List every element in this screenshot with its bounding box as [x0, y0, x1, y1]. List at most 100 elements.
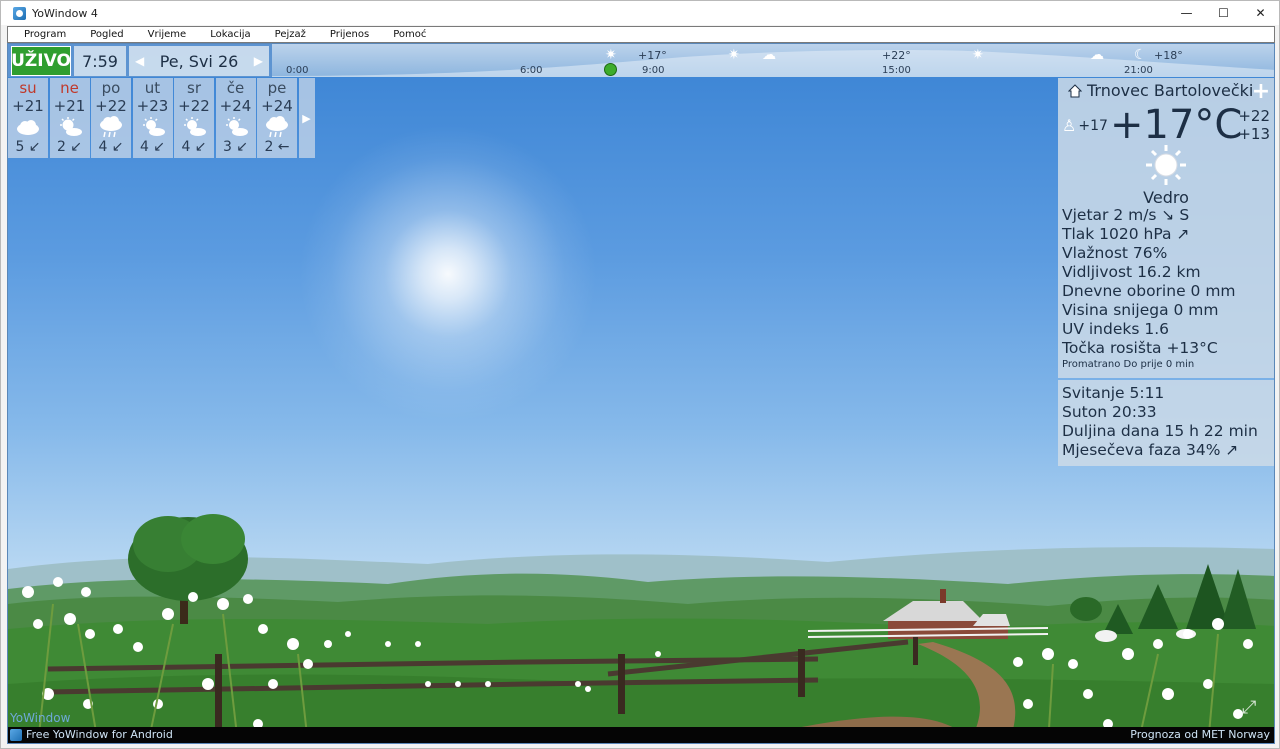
detail-uv-index: UV indeks 1.6 — [1062, 320, 1170, 338]
detail-precipitation: Dnevne oborine 0 mm — [1062, 282, 1236, 300]
timeline-position-marker[interactable] — [604, 63, 617, 76]
forecast-day-wind: 2 ← — [264, 139, 290, 155]
forecast-day[interactable]: ut +23 4 ↙ — [132, 78, 173, 158]
person-icon: ♙ — [1062, 116, 1077, 135]
title-bar: YoWindow 4 — ☐ ✕ — [1, 1, 1279, 25]
forecast-day-wind: 2 ↙ — [56, 139, 83, 155]
forecast-day-name: po — [101, 79, 121, 97]
forecast-day-temp: +24 — [219, 97, 252, 115]
high-low: +22 +13 — [1238, 107, 1270, 143]
sun-cloud-icon — [181, 115, 207, 139]
forecast-day-temp: +22 — [95, 97, 127, 115]
timeline-hour-21: 21:00 — [1124, 65, 1153, 76]
feels-like-value: +17 — [1078, 117, 1108, 134]
prev-day-button[interactable]: ◀ — [135, 54, 144, 68]
detail-snow-depth: Visina snijega 0 mm — [1062, 301, 1219, 319]
date-selector: ◀ Pe, Svi 26 ▶ — [129, 46, 269, 76]
current-temperature: +17°C — [1110, 102, 1243, 148]
close-button[interactable]: ✕ — [1242, 1, 1279, 25]
forecast-day[interactable]: su +21 5 ↙ — [8, 78, 48, 158]
android-app-icon — [10, 729, 22, 741]
forecast-day-name: sr — [187, 79, 201, 97]
condition-text: Vedro — [1143, 188, 1189, 207]
day-length: Duljina dana 15 h 22 min — [1062, 422, 1258, 440]
detail-dew-point: Točka rosišta +13°C — [1062, 339, 1218, 357]
timeline-hour-6: 6:00 — [520, 65, 543, 76]
moon-icon: ☾ — [1134, 47, 1147, 63]
timeline-hour-9: 9:00 — [642, 65, 665, 76]
daily-forecast: su +21 5 ↙ ne +21 2 ↙ po +22 4 ↙ ut +23 … — [8, 78, 316, 158]
live-button[interactable]: UŽIVO — [11, 46, 71, 76]
sun-cloud-icon: ✷ — [972, 47, 984, 63]
menu-prijenos[interactable]: Prijenos — [322, 29, 377, 40]
forecast-credit[interactable]: Prognoza od MET Norway — [1130, 728, 1270, 741]
forecast-day[interactable]: če +24 3 ↙ — [215, 78, 256, 158]
timeline-temp-evening: +18° — [1154, 49, 1183, 62]
forecast-day-wind: 4 ↙ — [139, 139, 166, 155]
maximize-button[interactable]: ☐ — [1205, 1, 1242, 25]
location-row[interactable]: Trnovec Bartolovečki — [1068, 81, 1253, 100]
detail-humidity: Vlažnost 76% — [1062, 244, 1168, 262]
sun-cloud-icon — [223, 115, 249, 139]
yowindow-brand[interactable]: YoWindow — [10, 711, 70, 725]
forecast-day-temp: +24 — [261, 97, 293, 115]
forecast-day[interactable]: pe +24 2 ← — [257, 78, 297, 158]
android-promo-link[interactable]: Free YoWindow for Android — [26, 728, 173, 741]
timeline-temp-morning: +17° — [638, 49, 667, 62]
forecast-day-name: če — [226, 79, 245, 97]
minimize-button[interactable]: — — [1168, 1, 1205, 25]
forecast-day-temp: +21 — [12, 97, 44, 115]
forecast-day[interactable]: po +22 4 ↙ — [91, 78, 131, 158]
timeline-temp-afternoon: +22° — [882, 49, 911, 62]
sun-cloud-icon: ☁ — [1090, 47, 1104, 63]
sunrise: Svitanje 5:11 — [1062, 384, 1165, 402]
menu-pejzaz[interactable]: Pejzaž — [267, 29, 314, 40]
rain-cloud-icon — [264, 115, 290, 139]
menu-lokacija[interactable]: Lokacija — [202, 29, 258, 40]
location-name: Trnovec Bartolovečki — [1087, 81, 1254, 100]
moon-phase: Mjesečeva faza 34% ↗ — [1062, 441, 1239, 459]
menu-vrijeme[interactable]: Vrijeme — [140, 29, 195, 40]
forecast-more-button[interactable]: ▶ — [298, 78, 315, 158]
home-icon — [1068, 83, 1082, 97]
menu-program[interactable]: Program — [16, 29, 74, 40]
sun-icon: ✷ — [605, 47, 617, 63]
cloud-icon: ☁ — [762, 47, 776, 63]
forecast-day[interactable]: ne +21 2 ↙ — [49, 78, 90, 158]
detail-visibility: Vidljivost 16.2 km — [1062, 263, 1201, 281]
timeline-bar: UŽIVO 7:59 ◀ Pe, Svi 26 ▶ 0:00 6:00 9:00… — [8, 44, 1274, 77]
sun-cloud-icon — [140, 115, 166, 139]
feels-like: ♙ +17 — [1062, 116, 1108, 135]
menu-pogled[interactable]: Pogled — [82, 29, 131, 40]
timeline-hour-15: 15:00 — [882, 65, 911, 76]
forecast-day-wind: 3 ↙ — [222, 139, 249, 155]
current-weather-panel: Trnovec Bartolovečki + ♙ +17 +17°C +22 +… — [1058, 78, 1274, 378]
forecast-day-temp: +23 — [136, 97, 169, 115]
cloud-icon — [15, 115, 41, 139]
sun-cloud-icon — [57, 115, 83, 139]
yowindow-app-icon — [13, 6, 26, 20]
sun-cloud-icon: ✷ — [728, 47, 740, 63]
next-day-button[interactable]: ▶ — [254, 54, 263, 68]
weather-scene: UŽIVO 7:59 ◀ Pe, Svi 26 ▶ 0:00 6:00 9:00… — [7, 43, 1275, 744]
forecast-day[interactable]: sr +22 4 ↙ — [174, 78, 214, 158]
window-title: YoWindow 4 — [32, 6, 98, 20]
detail-wind: Vjetar 2 m/s ↘ S — [1062, 206, 1190, 224]
detail-pressure: Tlak 1020 hPa ↗ — [1062, 225, 1190, 243]
forecast-day-temp: +22 — [178, 97, 210, 115]
current-time[interactable]: 7:59 — [74, 46, 126, 76]
high-temp: +22 — [1238, 107, 1270, 125]
hourly-timeline[interactable]: 0:00 6:00 9:00 15:00 21:00 +17° +22° +18… — [272, 44, 1274, 77]
rain-cloud-icon — [98, 115, 124, 139]
forecast-day-name: pe — [267, 79, 287, 97]
forecast-day-wind: 5 ↙ — [15, 139, 41, 155]
forecast-day-wind: 4 ↙ — [181, 139, 207, 155]
fullscreen-icon[interactable]: ⤢ — [1242, 697, 1268, 723]
add-location-button[interactable]: + — [1250, 79, 1272, 104]
forecast-day-temp: +21 — [53, 97, 86, 115]
low-temp: +13 — [1238, 125, 1270, 143]
date-label[interactable]: Pe, Svi 26 — [160, 52, 239, 71]
astronomy-panel: Svitanje 5:11 Suton 20:33 Duljina dana 1… — [1058, 380, 1274, 466]
forecast-day-name: ut — [144, 79, 161, 97]
menu-pomoc[interactable]: Pomoć — [385, 29, 434, 40]
